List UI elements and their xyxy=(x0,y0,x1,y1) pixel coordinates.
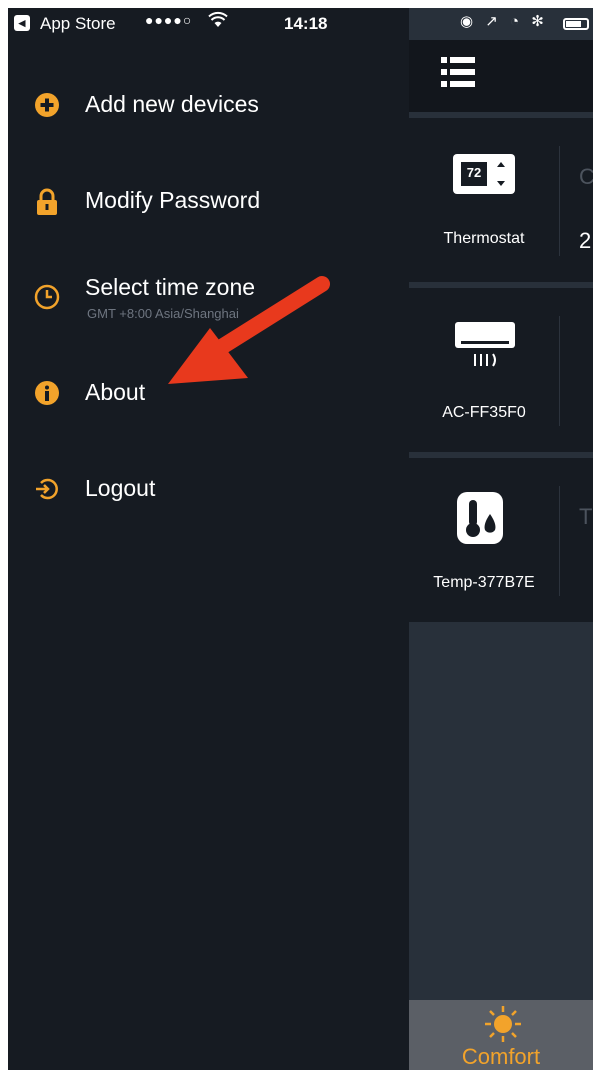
back-app-label[interactable]: App Store xyxy=(40,14,116,34)
device-extra-value: 2 xyxy=(579,228,592,253)
menu-item-add-devices[interactable]: Add new devices xyxy=(8,88,409,148)
menu-item-logout[interactable]: Logout xyxy=(8,472,409,532)
device-card-temp-sensor[interactable]: Temp-377B7E T xyxy=(409,458,593,622)
status-bar: ◂ App Store ●●●●○ 14:18 ◉ ↗ ◔ ✻ xyxy=(8,8,593,40)
menu-item-label: Modify Password xyxy=(85,187,261,213)
phone-screen: ◂ App Store ●●●●○ 14:18 ◉ ↗ ◔ ✻ Add new … xyxy=(8,8,593,1070)
info-icon xyxy=(34,380,60,406)
annotation-arrow-icon xyxy=(168,276,330,384)
device-card-ac[interactable]: AC-FF35F0 xyxy=(409,288,593,452)
device-card-thermostat[interactable]: 72 Thermostat C 2 xyxy=(409,118,593,282)
menu-item-label: Add new devices xyxy=(85,91,259,117)
menu-item-label: About xyxy=(85,379,146,405)
signal-icon: ●●●●○ xyxy=(145,12,193,28)
dashboard-header xyxy=(409,40,593,112)
divider xyxy=(559,486,560,596)
back-to-app-icon[interactable]: ◂ xyxy=(14,15,30,31)
device-extra-top: C xyxy=(579,164,593,189)
divider xyxy=(559,316,560,426)
wifi-icon xyxy=(208,11,228,34)
battery-icon xyxy=(563,18,589,30)
status-time: 14:18 xyxy=(284,14,328,33)
clock-icon xyxy=(34,284,60,310)
tab-comfort-label: Comfort xyxy=(461,1044,541,1069)
status-indicator-icons: ◉ ↗ ◔ ✻ xyxy=(460,13,548,30)
menu-item-modify-password[interactable]: Modify Password xyxy=(8,184,409,244)
logout-icon xyxy=(34,476,60,502)
divider xyxy=(559,146,560,256)
device-extra-top: T xyxy=(579,504,593,529)
air-conditioner-icon xyxy=(453,322,517,377)
device-name: Temp-377B7E xyxy=(433,574,535,591)
device-name: AC-FF35F0 xyxy=(442,404,526,421)
temperature-humidity-icon xyxy=(453,492,509,549)
lock-icon xyxy=(34,188,60,215)
dashboard-panel: 72 Thermostat C 2 AC-FF35F0 Temp-377B7E … xyxy=(409,8,593,1070)
hamburger-menu-icon[interactable] xyxy=(441,55,477,89)
menu-item-label: Logout xyxy=(85,475,156,501)
device-name: Thermostat xyxy=(443,230,525,247)
thermostat-display-value: 72 xyxy=(466,165,482,180)
plus-circle-icon xyxy=(34,92,60,118)
tab-comfort[interactable]: Comfort xyxy=(409,1000,593,1070)
side-menu: Add new devices Modify Password Select t… xyxy=(8,8,409,1070)
sun-icon xyxy=(481,1004,525,1044)
